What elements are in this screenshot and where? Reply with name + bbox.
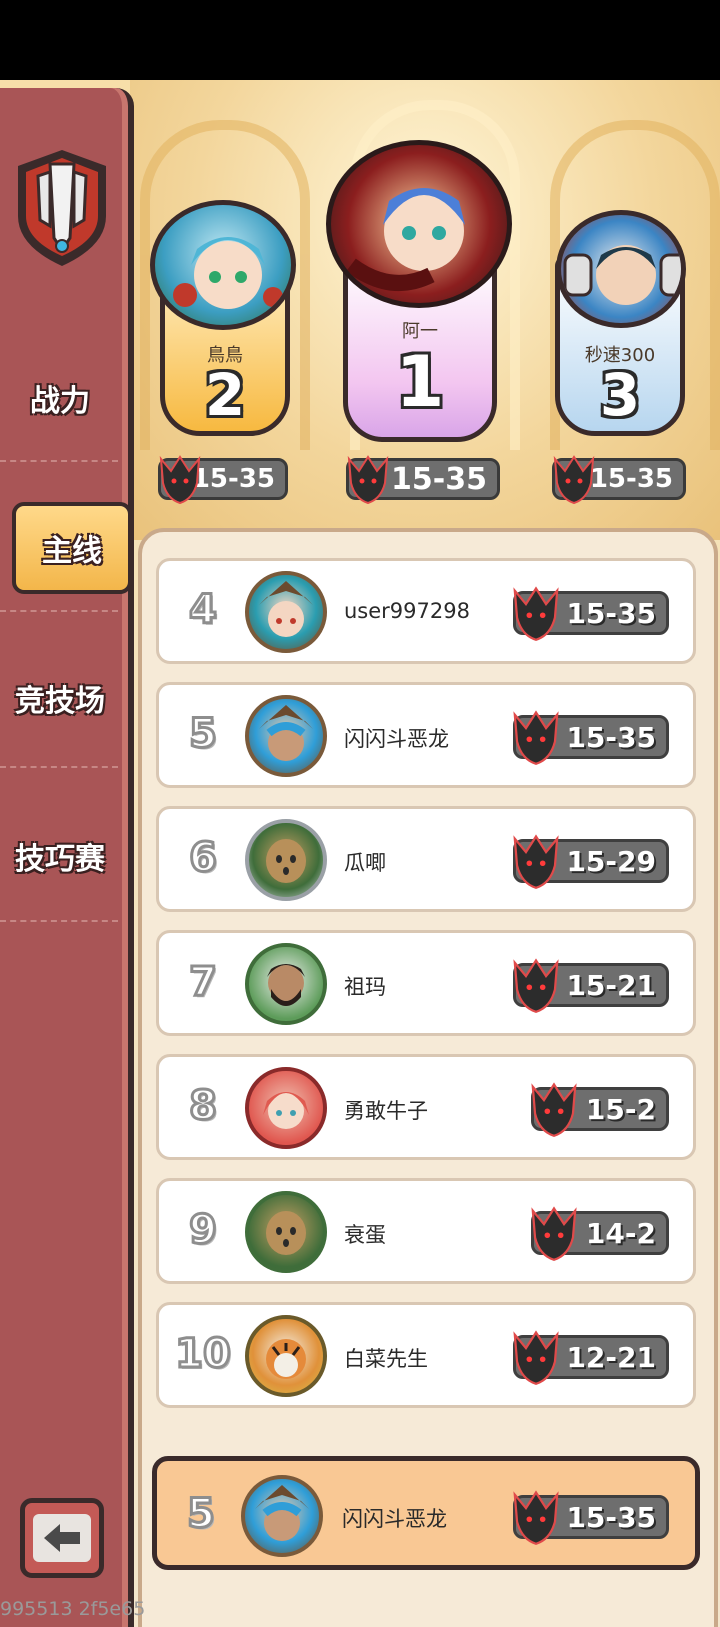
wolf-head-icon	[347, 455, 389, 505]
podium-third-score: 15-35	[552, 455, 686, 505]
podium-first-score: 15-35	[346, 455, 500, 505]
my-name: 闪闪斗恶龙	[342, 1507, 447, 1531]
wolf-helm-hero-icon	[259, 581, 313, 637]
sword-shield-emblem-icon	[18, 150, 106, 266]
my-rank: 5	[186, 1490, 217, 1539]
ranking-row[interactable]: 8 勇敢牛子 15-2	[156, 1054, 696, 1160]
ranking-row[interactable]: 9 衰蛋 14-2	[156, 1178, 696, 1284]
podium-second-rank: 2	[204, 361, 246, 429]
score-pill: 15-35	[513, 586, 669, 641]
player-name: 衰蛋	[344, 1223, 386, 1247]
avatar[interactable]	[245, 695, 327, 777]
score-pill: 15-21	[513, 958, 669, 1013]
row-rank: 5	[188, 710, 219, 759]
ranking-row[interactable]: 7 祖玛 15-21	[156, 930, 696, 1036]
avatar[interactable]	[245, 1315, 327, 1397]
my-score-pill: 15-35	[513, 1490, 669, 1545]
podium-first-rank: 1	[395, 341, 445, 423]
score-pill: 14-2	[531, 1206, 669, 1261]
sack-head-hero-icon	[266, 1211, 306, 1255]
wolf-head-icon	[513, 1490, 559, 1545]
podium-first-avatar[interactable]	[326, 140, 512, 308]
score-pill: 12-21	[513, 1330, 669, 1385]
podium-first-name: 阿一	[402, 321, 438, 342]
podium-third-avatar[interactable]	[556, 210, 686, 328]
ranking-row[interactable]: 10 白菜先生 12-21	[156, 1302, 696, 1408]
wolf-head-icon	[553, 455, 595, 505]
ranking-row[interactable]: 4 user997298 15-35	[156, 558, 696, 664]
player-name: 祖玛	[344, 975, 386, 999]
tab-main-story[interactable]: 主线	[12, 502, 132, 594]
wolf-head-icon	[531, 1082, 577, 1137]
red-hair-girl-icon	[263, 1092, 309, 1129]
back-button[interactable]	[20, 1498, 104, 1578]
avatar[interactable]	[245, 943, 327, 1025]
bearded-man-icon	[267, 964, 305, 1006]
player-name: 白菜先生	[344, 1347, 428, 1371]
row-rank: 9	[188, 1206, 219, 1255]
podium-second-avatar[interactable]	[150, 200, 296, 330]
tab-arena[interactable]: 竞技场	[0, 668, 120, 728]
score-pill: 15-35	[513, 710, 669, 765]
row-rank: 10	[174, 1330, 233, 1379]
my-ranking-row[interactable]: 5 闪闪斗恶龙 15-35	[152, 1456, 700, 1570]
wolf-head-icon	[513, 1330, 559, 1385]
watermark: 995513 2f5e65	[0, 1598, 146, 1620]
ranking-row[interactable]: 6 瓜唧 15-29	[156, 806, 696, 912]
wolf-head-icon	[513, 834, 559, 889]
player-name: 瓜唧	[344, 851, 386, 875]
wolf-head-icon	[159, 455, 201, 505]
tab-power[interactable]: 战力	[0, 368, 120, 428]
podium-third-rank: 3	[599, 361, 641, 429]
sack-head-hero-icon	[266, 839, 306, 883]
avatar[interactable]	[245, 571, 327, 653]
score-pill: 15-2	[531, 1082, 669, 1137]
row-rank: 8	[188, 1082, 219, 1131]
wolf-head-icon	[513, 586, 559, 641]
avatar[interactable]	[245, 819, 327, 901]
sidebar: 战力 主线 竞技场 技巧赛	[0, 88, 134, 1627]
tiger-hero-icon	[266, 1339, 306, 1379]
ranking-row[interactable]: 5 闪闪斗恶龙 15-35	[156, 682, 696, 788]
wolf-head-icon	[513, 710, 559, 765]
avatar[interactable]	[245, 1191, 327, 1273]
leaderboard-screen: 战力 主线 竞技场 技巧赛 鳥鳥 2 15-35 阿一 1 15-35 秒速30…	[0, 80, 720, 1627]
wolf-helm-warrior-icon	[259, 705, 313, 761]
row-rank: 7	[188, 958, 219, 1007]
tab-skill-contest[interactable]: 技巧赛	[0, 826, 120, 886]
player-name: user997298	[344, 599, 470, 623]
avatar[interactable]	[245, 1067, 327, 1149]
avatar[interactable]	[241, 1475, 323, 1557]
back-arrow-icon	[44, 1524, 80, 1552]
row-rank: 6	[188, 834, 219, 883]
podium-second-score: 15-35	[158, 455, 288, 505]
wolf-helm-warrior-icon	[255, 1485, 309, 1541]
score-pill: 15-29	[513, 834, 669, 889]
player-name: 勇敢牛子	[344, 1099, 428, 1123]
player-name: 闪闪斗恶龙	[344, 727, 449, 751]
row-rank: 4	[188, 586, 219, 635]
wolf-head-icon	[513, 958, 559, 1013]
wolf-head-icon	[531, 1206, 577, 1261]
